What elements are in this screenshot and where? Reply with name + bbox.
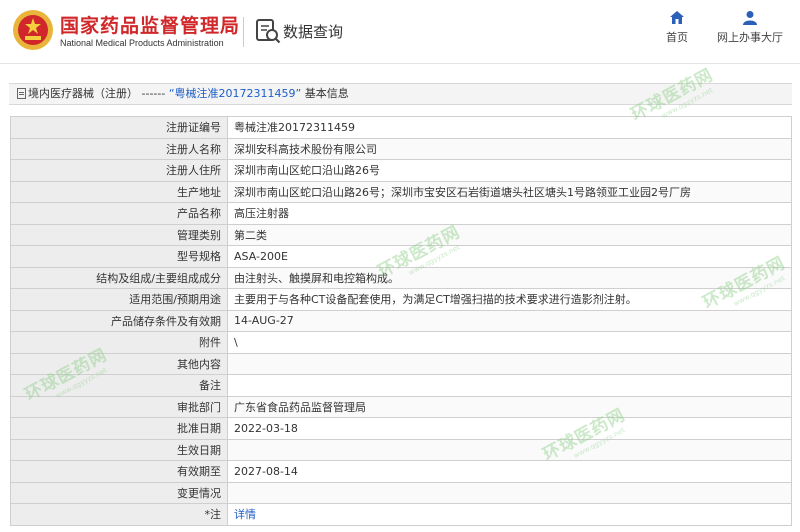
table-row: 变更情况 bbox=[10, 481, 792, 504]
table-row: 注册人名称 深圳安科高技术股份有限公司 bbox=[10, 137, 792, 160]
registration-info-table: 注册证编号 粤械注准20172311459 注册人名称 深圳安科高技术股份有限公司 注册… bbox=[10, 116, 792, 526]
field-value bbox=[227, 374, 792, 397]
field-label: 结构及组成/主要组成成分 bbox=[10, 266, 228, 289]
nav-home-link[interactable]: 首页 bbox=[662, 10, 692, 45]
nav-home-label: 首页 bbox=[666, 31, 688, 44]
note-value: 详情 bbox=[227, 503, 792, 526]
header-divider bbox=[243, 17, 244, 47]
table-row: 批准日期 2022-03-18 bbox=[10, 417, 792, 440]
field-label: 产品储存条件及有效期 bbox=[10, 309, 228, 332]
field-value bbox=[227, 481, 792, 504]
site-header: 国家药品监督管理局 National Medical Products Admi… bbox=[0, 0, 800, 64]
field-label: 适用范围/预期用途 bbox=[10, 288, 228, 311]
field-label: 型号规格 bbox=[10, 245, 228, 268]
table-row: *注 详情 bbox=[10, 503, 792, 526]
table-row: 备注 bbox=[10, 374, 792, 397]
breadcrumb-suffix: 基本信息 bbox=[304, 87, 349, 100]
field-label: 注册人住所 bbox=[10, 159, 228, 182]
data-query-icon bbox=[256, 19, 281, 44]
table-row: 适用范围/预期用途 主要用于与各种CT设备配套使用，为满足CT增强扫描的技术要求进… bbox=[10, 288, 792, 311]
table-row: 附件 \ bbox=[10, 331, 792, 354]
field-value: 第二类 bbox=[227, 223, 792, 246]
home-icon bbox=[670, 11, 684, 24]
table-row: 有效期至 2027-08-14 bbox=[10, 460, 792, 483]
site-title: 国家药品监督管理局 bbox=[60, 15, 241, 37]
data-query-title: 数据查询 bbox=[283, 23, 344, 41]
field-label: 注册证编号 bbox=[10, 116, 228, 139]
note-label: *注 bbox=[10, 503, 228, 526]
table-row: 产品名称 高压注射器 bbox=[10, 202, 792, 225]
field-value: 2022-03-18 bbox=[227, 417, 792, 440]
table-row: 审批部门 广东省食品药品监督管理局 bbox=[10, 395, 792, 418]
field-label: 有效期至 bbox=[10, 460, 228, 483]
field-value: 深圳市南山区蛇口沿山路26号；深圳市宝安区石岩街道塘头社区塘头1号路领亚工业园2… bbox=[227, 180, 792, 203]
breadcrumb-separator: ------ bbox=[141, 87, 166, 100]
field-value: 14-AUG-27 bbox=[227, 309, 792, 332]
user-hall-icon bbox=[743, 11, 757, 25]
table-row: 注册人住所 深圳市南山区蛇口沿山路26号 bbox=[10, 159, 792, 182]
field-value bbox=[227, 352, 792, 375]
field-value: 高压注射器 bbox=[227, 202, 792, 225]
field-value: \ bbox=[227, 331, 792, 354]
field-label: 变更情况 bbox=[10, 481, 228, 504]
table-row: 结构及组成/主要组成成分 由注射头、触摸屏和电控箱构成。 bbox=[10, 266, 792, 289]
nav-online-hall-label: 网上办事大厅 bbox=[717, 31, 783, 44]
detail-link[interactable]: 详情 bbox=[234, 508, 256, 521]
field-value: 深圳安科高技术股份有限公司 bbox=[227, 137, 792, 160]
table-row: 注册证编号 粤械注准20172311459 bbox=[10, 116, 792, 139]
breadcrumb-category: 境内医疗器械（注册） bbox=[28, 87, 138, 100]
field-label: 生效日期 bbox=[10, 438, 228, 461]
field-label: 备注 bbox=[10, 374, 228, 397]
field-label: 产品名称 bbox=[10, 202, 228, 225]
table-row: 型号规格 ASA-200E bbox=[10, 245, 792, 268]
field-value bbox=[227, 438, 792, 461]
field-value: 2027-08-14 bbox=[227, 460, 792, 483]
breadcrumb: 境内医疗器械（注册） ------ “粤械注准20172311459” 基本信息 bbox=[9, 83, 792, 105]
field-value: 粤械注准20172311459 bbox=[227, 116, 792, 139]
field-label: 附件 bbox=[10, 331, 228, 354]
nav-online-hall-link[interactable]: 网上办事大厅 bbox=[714, 10, 786, 45]
field-label: 审批部门 bbox=[10, 395, 228, 418]
field-label: 注册人名称 bbox=[10, 137, 228, 160]
field-label: 管理类别 bbox=[10, 223, 228, 246]
table-row: 其他内容 bbox=[10, 352, 792, 375]
field-value: 深圳市南山区蛇口沿山路26号 bbox=[227, 159, 792, 182]
field-value: 广东省食品药品监督管理局 bbox=[227, 395, 792, 418]
table-row: 生产地址 深圳市南山区蛇口沿山路26号；深圳市宝安区石岩街道塘头社区塘头1号路领亚… bbox=[10, 180, 792, 203]
field-value: 主要用于与各种CT设备配套使用，为满足CT增强扫描的技术要求进行造影剂注射。 bbox=[227, 288, 792, 311]
field-label: 其他内容 bbox=[10, 352, 228, 375]
note-label-text: 注 bbox=[210, 508, 221, 522]
breadcrumb-record: “粤械注准20172311459” bbox=[168, 87, 302, 100]
table-row: 生效日期 bbox=[10, 438, 792, 461]
field-label: 生产地址 bbox=[10, 180, 228, 203]
site-subtitle: National Medical Products Administration bbox=[60, 38, 224, 48]
national-emblem-icon bbox=[13, 10, 53, 50]
field-value: ASA-200E bbox=[227, 245, 792, 268]
field-label: 批准日期 bbox=[10, 417, 228, 440]
document-icon bbox=[17, 88, 26, 99]
field-value: 由注射头、触摸屏和电控箱构成。 bbox=[227, 266, 792, 289]
table-row: 产品储存条件及有效期 14-AUG-27 bbox=[10, 309, 792, 332]
table-row: 管理类别 第二类 bbox=[10, 223, 792, 246]
